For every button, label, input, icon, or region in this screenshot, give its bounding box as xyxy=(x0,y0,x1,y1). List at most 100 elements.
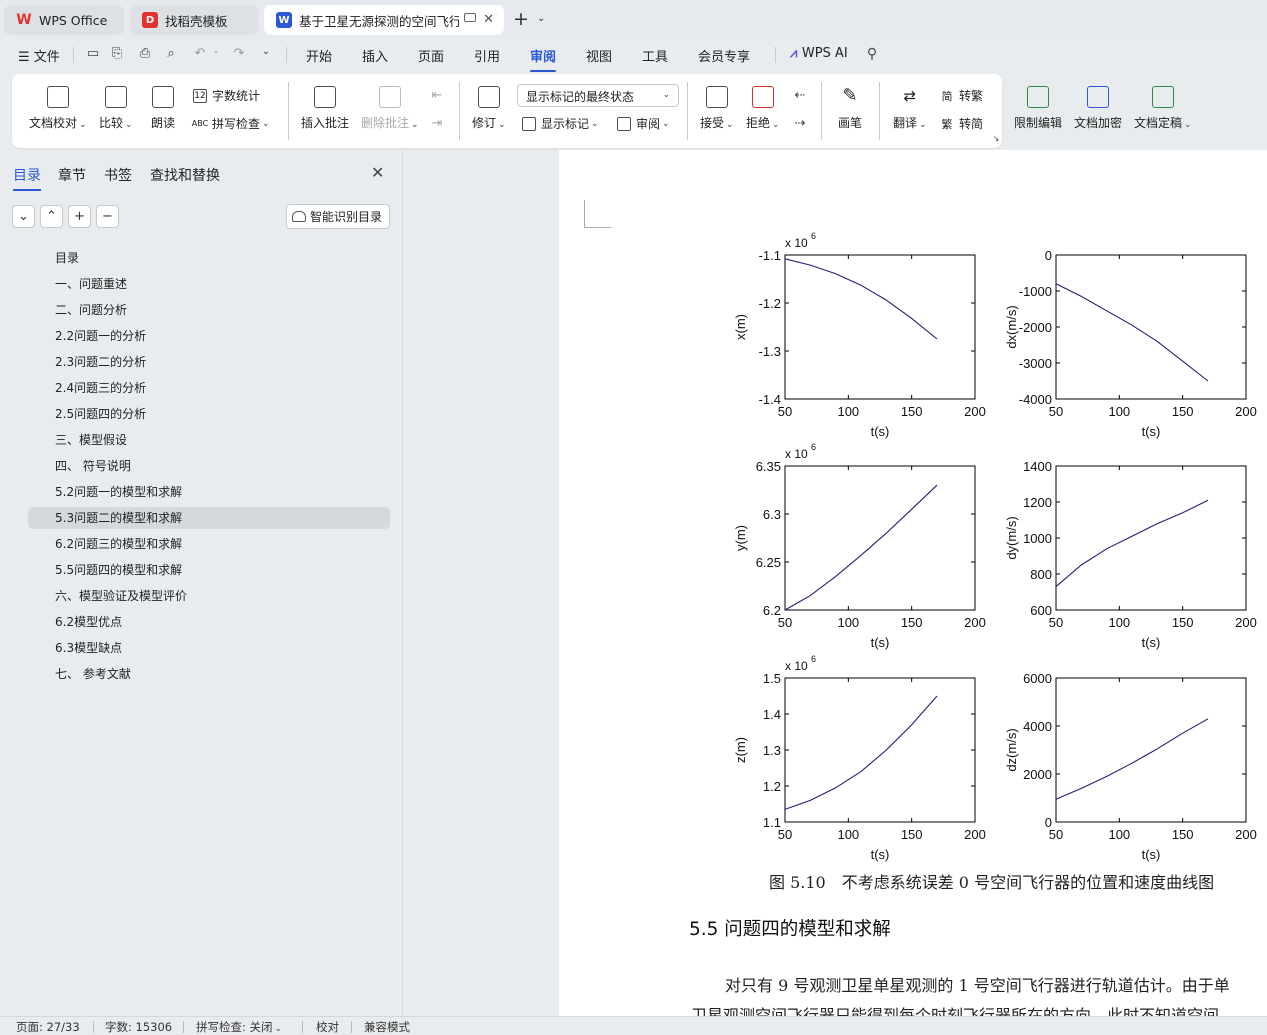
to-traditional-button[interactable]: 简 转繁 xyxy=(940,87,984,104)
document-page[interactable]: 50 100 150 200 -1.1 -1.2 -1.3 -1.4 t(s) x(m) x 10 6… xyxy=(559,150,1267,1016)
remove-level-button[interactable]: − xyxy=(96,205,119,228)
proofread-status[interactable]: 校对 xyxy=(316,1019,339,1035)
collapse-up-button[interactable]: ⌃ xyxy=(40,205,63,228)
x-tick-label: 100 xyxy=(837,615,859,630)
close-tab-icon[interactable]: ✕ xyxy=(483,12,494,27)
menu-view[interactable]: 视图 xyxy=(586,46,612,65)
restrict-edit-button[interactable]: 限制编辑 xyxy=(1014,86,1062,131)
chevron-down-icon[interactable]: ⌄ xyxy=(537,13,545,24)
nav-tab-toc[interactable]: 目录 xyxy=(13,165,41,191)
menu-home[interactable]: 开始 xyxy=(306,46,332,65)
nav-tab-find-replace[interactable]: 查找和替换 xyxy=(150,165,220,185)
word-count-status[interactable]: 字数: 15306 xyxy=(105,1019,172,1035)
menu-insert[interactable]: 插入 xyxy=(362,46,388,65)
more-icon[interactable]: ⌄ xyxy=(258,46,274,62)
track-changes-button[interactable]: 修订 ⌄ xyxy=(472,86,506,131)
save-icon[interactable]: ▭ xyxy=(85,46,101,62)
undo-icon[interactable]: ↶ xyxy=(192,46,208,62)
toc-item[interactable]: 5.5问题四的模型和求解 xyxy=(28,559,390,581)
toc-item[interactable]: 6.2问题三的模型和求解 xyxy=(28,533,390,555)
toc-item[interactable]: 2.4问题三的分析 xyxy=(28,377,390,399)
axis-exponent-superscript: 6 xyxy=(811,231,816,241)
to-simplified-button[interactable]: 繁 转简 xyxy=(940,115,984,132)
toc-item[interactable]: 5.2问题一的模型和求解 xyxy=(28,481,390,503)
toc-item[interactable]: 2.2问题一的分析 xyxy=(28,325,390,347)
show-markup-button[interactable]: 显示标记 ⌄ xyxy=(522,115,599,132)
menu-references[interactable]: 引用 xyxy=(474,46,500,65)
spell-check-status[interactable]: 拼写检查: 关闭 ⌄ xyxy=(196,1019,282,1035)
menu-page[interactable]: 页面 xyxy=(418,46,444,65)
divider xyxy=(821,82,822,140)
smart-toc-button[interactable]: 智能识别目录 xyxy=(286,204,390,229)
search-icon[interactable]: ⚲ xyxy=(864,46,880,62)
toc-item[interactable]: 四、 符号说明 xyxy=(28,455,390,477)
markup-state-select[interactable]: 显示标记的最终状态 ⌄ xyxy=(517,84,679,107)
toc-item[interactable]: 6.2模型优点 xyxy=(28,611,390,633)
x-tick-label: 200 xyxy=(1235,827,1257,842)
toc-item[interactable]: 六、模型验证及模型评价 xyxy=(28,585,390,607)
page-indicator[interactable]: 页面: 27/33 xyxy=(16,1019,80,1035)
tab-docer[interactable]: D 找稻壳模板 xyxy=(130,5,258,35)
plot-frame xyxy=(784,677,976,823)
next-comment-icon[interactable]: ⇥ xyxy=(429,116,445,132)
undo-dropdown-icon[interactable]: ⌄ xyxy=(208,46,224,62)
toc-item[interactable]: 一、问题重述 xyxy=(28,273,390,295)
body-text-line: 对只有 9 号观测卫星单星观测的 1 号空间飞行器进行轨道估计。由于单 xyxy=(725,976,1230,995)
toc-item[interactable]: 5.3问题二的模型和求解 xyxy=(28,507,390,529)
y-tick-label: -2000 xyxy=(1019,320,1052,335)
y-axis-label: y(m) xyxy=(733,525,748,551)
expand-group-icon[interactable]: ↘ xyxy=(988,134,1004,150)
print-icon[interactable]: ⎙ xyxy=(137,46,153,62)
toc-item[interactable]: 2.3问题二的分析 xyxy=(28,351,390,373)
pen-label: 画笔 xyxy=(838,116,863,130)
toc-item[interactable]: 目录 xyxy=(28,247,390,269)
new-tab-icon[interactable]: + xyxy=(513,8,529,30)
add-level-button[interactable]: + xyxy=(68,205,91,228)
previous-change-icon[interactable]: ⇠ xyxy=(792,88,808,104)
menu-tools[interactable]: 工具 xyxy=(642,46,668,65)
x-tick-label: 150 xyxy=(1172,827,1194,842)
menu-review[interactable]: 审阅 xyxy=(530,46,557,72)
traditional-icon: 简 xyxy=(941,89,953,103)
toc-item[interactable]: 二、问题分析 xyxy=(28,299,390,321)
toc-item[interactable]: 2.5问题四的分析 xyxy=(28,403,390,425)
delete-comment-button[interactable]: 删除批注 ⌄ xyxy=(361,86,419,131)
insert-comment-button[interactable]: 插入批注 xyxy=(301,86,349,131)
x-tick-label: 150 xyxy=(1172,404,1194,419)
compare-button[interactable]: 比较 ⌄ xyxy=(99,86,133,131)
finalize-button[interactable]: 文档定稿 ⌄ xyxy=(1134,86,1192,131)
read-aloud-button[interactable]: 朗读 xyxy=(151,86,175,131)
accept-button[interactable]: 接受 ⌄ xyxy=(700,86,734,131)
toc-item[interactable]: 6.3模型缺点 xyxy=(28,637,390,659)
previous-comment-icon[interactable]: ⇤ xyxy=(429,88,445,104)
monitor-icon[interactable] xyxy=(464,13,476,22)
pen-button[interactable]: ✎ 画笔 xyxy=(838,86,862,131)
print-preview-icon[interactable]: ⌕ xyxy=(163,46,179,62)
wps-ai-button[interactable]: ⩘ WPS AI xyxy=(790,46,848,61)
x-tick-label: 100 xyxy=(1108,827,1130,842)
nav-tab-chapters[interactable]: 章节 xyxy=(58,165,86,185)
reject-button[interactable]: 拒绝 ⌄ xyxy=(746,86,780,131)
tab-wps-office[interactable]: W WPS Office xyxy=(4,5,124,35)
figure-caption: 图 5.10 不考虑系统误差 0 号空间飞行器的位置和速度曲线图 xyxy=(769,873,1215,892)
review-pane-button[interactable]: 审阅 ⌄ xyxy=(617,115,670,132)
tab-document[interactable]: W 基于卫星无源探测的空间飞行器 ✕ xyxy=(264,5,504,35)
encrypt-button[interactable]: 文档加密 xyxy=(1074,86,1122,131)
next-change-icon[interactable]: ⇢ xyxy=(792,116,808,132)
expand-down-button[interactable]: ⌄ xyxy=(12,205,35,228)
menu-member[interactable]: 会员专享 xyxy=(698,46,750,65)
proofread-button[interactable]: 文档校对 ⌄ xyxy=(29,86,87,131)
nav-tab-bookmarks[interactable]: 书签 xyxy=(104,165,132,185)
export-icon[interactable]: ⎘ xyxy=(109,46,125,62)
to-traditional-label: 转繁 xyxy=(959,89,984,103)
close-icon[interactable]: ✕ xyxy=(371,163,384,182)
toc-item[interactable]: 七、 参考文献 xyxy=(28,663,390,685)
spell-check-button[interactable]: ABC 拼写检查 ⌄ xyxy=(191,115,270,132)
translate-button[interactable]: ⇄ 翻译 ⌄ xyxy=(893,86,927,131)
redo-icon[interactable]: ↷ xyxy=(231,46,247,62)
proofread-label: 文档校对 xyxy=(29,116,78,130)
menu-file[interactable]: ☰ 文件 xyxy=(18,46,60,65)
word-count-button[interactable]: 12 字数统计 xyxy=(193,87,260,104)
spell-check-icon: ABC xyxy=(191,119,209,128)
toc-item[interactable]: 三、模型假设 xyxy=(28,429,390,451)
